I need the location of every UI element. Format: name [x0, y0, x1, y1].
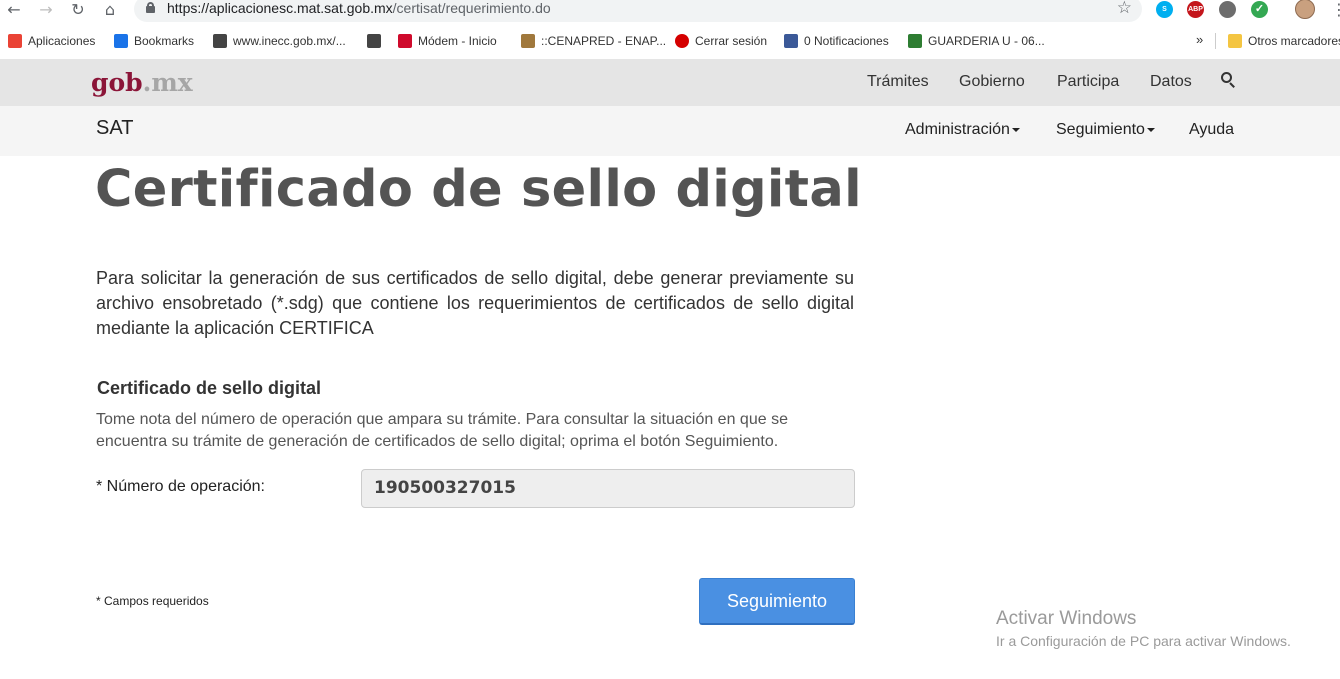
gob-logo[interactable]: gob.mx — [91, 68, 193, 97]
address-bar[interactable]: https://aplicacionesc.mat.sat.gob.mx/cer… — [134, 0, 1142, 22]
bookmark-aplicaciones[interactable]: Aplicaciones — [8, 29, 95, 53]
sat-header: SAT Administración Seguimiento Ayuda — [0, 106, 1340, 156]
bookmark-globe[interactable] — [367, 29, 387, 53]
watermark-title: Activar Windows — [996, 608, 1137, 629]
lock-icon — [146, 2, 155, 13]
caret-down-icon — [1011, 127, 1020, 132]
browser-toolbar: ← → ↻ ⌂ https://aplicacionesc.mat.sat.go… — [0, 0, 1340, 22]
folder-icon — [1228, 34, 1242, 48]
globe-icon — [367, 34, 381, 48]
section-title: Certificado de sello digital — [97, 378, 322, 398]
menu-administracion[interactable]: Administración — [905, 121, 1020, 139]
menu-seguimiento[interactable]: Seguimiento — [1056, 121, 1155, 139]
bookmarks-overflow-icon[interactable]: » — [1196, 32, 1203, 47]
operation-number-label: * Número de operación: — [96, 478, 265, 495]
cenapred-icon — [521, 34, 535, 48]
bookmark-modem[interactable]: Módem - Inicio — [398, 29, 497, 53]
bookmark-cenapred[interactable]: ::CENAPRED - ENAP... — [521, 29, 666, 53]
red-circle-icon — [675, 34, 689, 48]
nav-tramites[interactable]: Trámites — [867, 73, 929, 91]
bookmark-cerrar-sesion[interactable]: Cerrar sesión — [675, 29, 767, 53]
menu-kebab-icon[interactable]: ⋮ — [1331, 0, 1340, 19]
extension-gray-icon[interactable] — [1219, 1, 1236, 18]
seguimiento-button[interactable]: Seguimiento — [699, 578, 855, 625]
adblock-icon[interactable]: ABP — [1187, 1, 1204, 18]
profile-avatar[interactable] — [1295, 0, 1315, 19]
bookmark-guarderia[interactable]: GUARDERIA U - 06... — [908, 29, 1045, 53]
check-extension-icon[interactable]: ✓ — [1251, 1, 1268, 18]
forward-arrow-icon[interactable]: → — [36, 0, 56, 20]
reload-icon[interactable]: ↻ — [68, 0, 88, 20]
nav-gobierno[interactable]: Gobierno — [959, 73, 1025, 91]
nav-datos[interactable]: Datos — [1150, 73, 1192, 91]
facebook-icon — [784, 34, 798, 48]
bookmark-notificaciones[interactable]: 0 Notificaciones — [784, 29, 889, 53]
bookmarks-divider — [1215, 33, 1216, 49]
page-title: Certificado de sello digital — [95, 160, 862, 219]
star-icon — [114, 34, 128, 48]
globe-icon — [213, 34, 227, 48]
bookmark-otros[interactable]: Otros marcadores — [1228, 29, 1340, 53]
nav-participa[interactable]: Participa — [1057, 73, 1119, 91]
guarderia-icon — [908, 34, 922, 48]
home-icon[interactable]: ⌂ — [100, 0, 120, 20]
huawei-icon — [398, 34, 412, 48]
skype-icon[interactable]: S — [1156, 1, 1173, 18]
bookmark-inecc[interactable]: www.inecc.gob.mx/... — [213, 29, 346, 53]
operation-number-field[interactable]: 190500327015 — [361, 469, 855, 508]
watermark-subtitle: Ir a Configuración de PC para activar Wi… — [996, 633, 1291, 649]
bookmark-bookmarks[interactable]: Bookmarks — [114, 29, 194, 53]
url-text: https://aplicacionesc.mat.sat.gob.mx/cer… — [167, 0, 551, 16]
sat-title[interactable]: SAT — [96, 117, 133, 140]
search-icon[interactable] — [1221, 72, 1237, 89]
intro-text: Para solicitar la generación de sus cert… — [96, 268, 854, 338]
section-description: Tome nota del número de operación que am… — [96, 411, 788, 450]
windows-activation-watermark: Activar Windows Ir a Configuración de PC… — [996, 608, 1291, 649]
bookmark-star-icon[interactable]: ☆ — [1117, 0, 1132, 18]
caret-down-icon — [1146, 127, 1155, 132]
menu-ayuda[interactable]: Ayuda — [1189, 121, 1234, 139]
back-arrow-icon[interactable]: ← — [4, 0, 24, 20]
required-fields-note: * Campos requeridos — [96, 594, 209, 608]
apps-grid-icon — [8, 34, 22, 48]
bookmarks-bar: Aplicaciones Bookmarks www.inecc.gob.mx/… — [0, 29, 1340, 53]
gob-header: gob.mx Trámites Gobierno Participa Datos — [0, 59, 1340, 106]
